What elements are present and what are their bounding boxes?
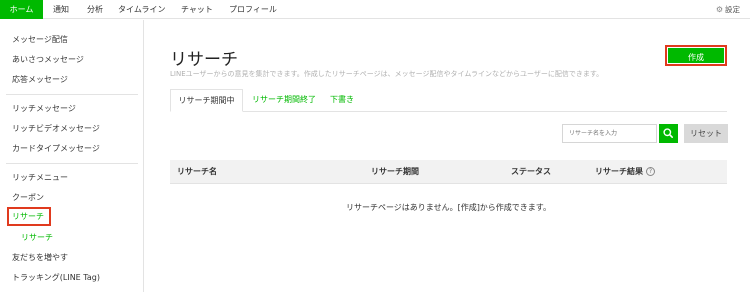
table-header: リサーチ名 リサーチ期間 ステータス リサーチ結果? [170,160,727,184]
column-header-result: リサーチ結果? [595,160,655,184]
reset-button[interactable]: リセット [684,124,728,143]
sidebar-item-tracking[interactable]: トラッキング(LINE Tag) [12,271,100,285]
tab-home[interactable]: ホーム [0,0,43,19]
column-header-period: リサーチ期間 [371,167,419,176]
tab-analytics[interactable]: 分析 [87,0,103,19]
help-icon[interactable]: ? [646,167,655,176]
column-header-result-label: リサーチ結果 [595,167,643,176]
search-icon [663,128,673,138]
create-button[interactable]: 作成 [665,45,727,66]
search-input[interactable] [562,124,657,143]
settings-label: 設定 [725,5,740,14]
sidebar-item-research[interactable]: リサーチ [12,210,44,224]
sidebar-item-message-delivery[interactable]: メッセージ配信 [12,33,68,47]
empty-state-message: リサーチページはありません。[作成]から作成できます。 [345,203,552,212]
sidebar-divider [6,163,138,164]
sidebar-item-rich-video-message[interactable]: リッチビデオメッセージ [12,122,100,136]
tab-research-ended[interactable]: リサーチ期間終了 [250,89,318,112]
sidebar-item-auto-reply[interactable]: 応答メッセージ [12,73,68,87]
tab-profile[interactable]: プロフィール [229,0,277,19]
sidebar-item-add-friends[interactable]: 友だちを増やす [12,251,68,265]
tab-chat[interactable]: チャット [181,0,213,19]
page-description: LINEユーザーからの意見を集計できます。作成したリサーチページは、メッセージ配… [170,70,604,78]
sidebar-item-card-type-message[interactable]: カードタイプメッセージ [12,142,100,156]
tab-research-active[interactable]: リサーチ期間中 [170,89,243,112]
sidebar-item-rich-menu[interactable]: リッチメニュー [12,171,68,185]
sidebar: メッセージ配信 あいさつメッセージ 応答メッセージ リッチメッセージ リッチビデ… [0,20,144,292]
column-header-status: ステータス [511,167,551,176]
page-title: リサーチ [170,50,238,70]
sidebar-item-rich-message[interactable]: リッチメッセージ [12,102,76,116]
tab-timeline[interactable]: タイムライン [118,0,165,19]
top-navigation: ホーム 通知 分析 タイムライン チャット プロフィール ⚙ 設定 [0,0,750,19]
gear-icon: ⚙ [715,5,723,14]
column-header-name: リサーチ名 [177,167,217,176]
sidebar-divider [6,94,138,95]
main-content: リサーチ LINEユーザーからの意見を集計できます。作成したリサーチページは、メ… [145,20,750,292]
tab-notifications[interactable]: 通知 [53,0,69,19]
sidebar-item-greeting-message[interactable]: あいさつメッセージ [12,53,84,67]
search-button[interactable] [659,124,678,143]
settings-link[interactable]: ⚙ 設定 [716,0,740,19]
tab-drafts[interactable]: 下書き [327,89,357,112]
sidebar-subitem-research[interactable]: リサーチ [21,231,53,245]
research-tabs: リサーチ期間中 リサーチ期間終了 下書き [170,89,727,112]
sidebar-item-coupon[interactable]: クーポン [12,191,44,205]
